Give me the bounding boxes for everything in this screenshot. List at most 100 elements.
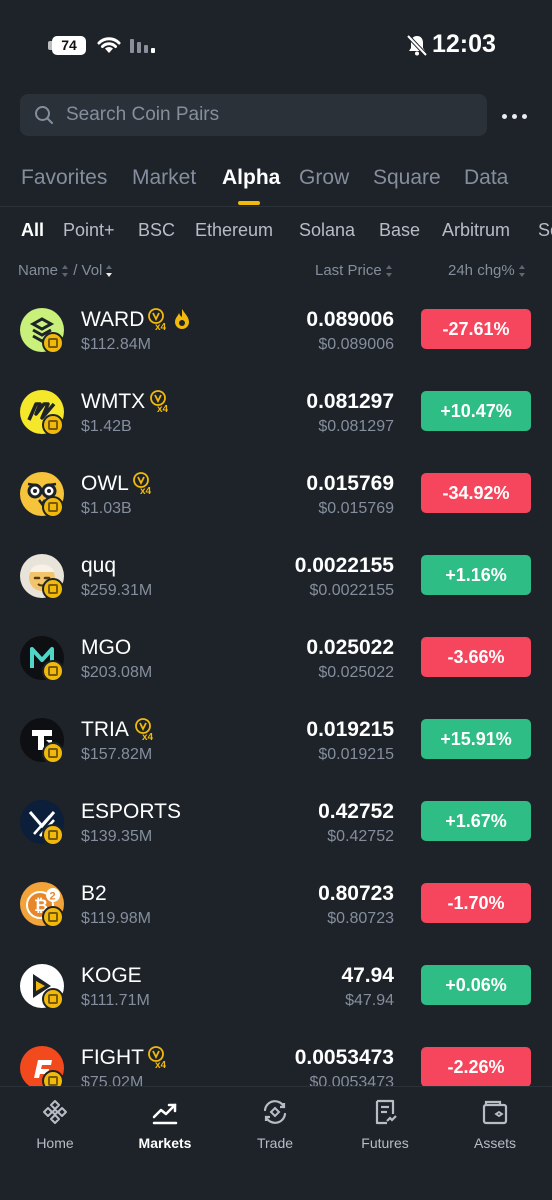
change-pill[interactable]: -1.70% — [421, 883, 531, 923]
coin-symbol: FIGHT — [81, 1046, 144, 1069]
coin-row[interactable]: WMTX x4 $1.42B 0.081297 $0.081297 +10.47… — [0, 370, 552, 452]
sort-icon — [518, 265, 525, 278]
alpha-badge-icon — [42, 660, 64, 682]
nav-home[interactable]: Home — [0, 1097, 110, 1167]
coin-price-usd: $0.089006 — [318, 336, 394, 353]
multiplier-badge-icon: x4 — [148, 308, 167, 331]
coin-row[interactable]: OWL x4 $1.03B 0.015769 $0.015769 -34.92% — [0, 452, 552, 534]
coin-volume: $111.71M — [81, 992, 150, 1009]
main-tabs: Favorites Market Alpha Grow Square Data — [0, 160, 552, 206]
multiplier-badge-icon: x4 — [148, 1046, 167, 1069]
coin-symbol: B2 — [81, 882, 107, 905]
coin-volume: $139.35M — [81, 828, 153, 845]
change-pill[interactable]: +1.16% — [421, 555, 531, 595]
active-tab-indicator — [238, 201, 260, 205]
svg-text:x4: x4 — [155, 1060, 167, 1069]
filter-all[interactable]: All — [21, 220, 44, 241]
coin-price: 47.94 — [341, 964, 394, 987]
search-input[interactable] — [66, 94, 476, 136]
filter-base[interactable]: Base — [379, 220, 420, 241]
coin-price: 0.80723 — [318, 882, 394, 905]
nav-trade[interactable]: Trade — [220, 1097, 330, 1167]
coin-row[interactable]: TRIA x4 $157.82M 0.019215 $0.019215 +15.… — [0, 698, 552, 780]
change-pill[interactable]: -3.66% — [421, 637, 531, 677]
tab-data[interactable]: Data — [464, 166, 508, 190]
sort-icon — [62, 265, 69, 278]
alpha-badge-icon — [42, 332, 64, 354]
coin-symbol: OWL — [81, 472, 129, 495]
coin-volume: $112.84M — [81, 336, 151, 353]
tab-grow[interactable]: Grow — [299, 166, 349, 190]
nav-label: Assets — [473, 1135, 516, 1151]
filter-arbitrum[interactable]: Arbitrum — [442, 220, 510, 241]
nav-label: Futures — [361, 1135, 409, 1151]
change-pill[interactable]: -27.61% — [421, 309, 531, 349]
search-box[interactable] — [20, 94, 487, 136]
coin-price-usd: $0.0053473 — [309, 1074, 394, 1086]
alpha-badge-icon — [42, 906, 64, 928]
column-header-last-price[interactable]: Last Price — [315, 262, 393, 279]
tab-favorites[interactable]: Favorites — [21, 166, 107, 190]
nav-futures[interactable]: Futures — [330, 1097, 440, 1167]
coin-price: 0.081297 — [306, 390, 394, 413]
coin-row[interactable]: WARD x4 $112.84M 0.089006 $0.089006 -27.… — [0, 288, 552, 370]
change-pill[interactable]: -2.26% — [421, 1047, 531, 1086]
change-pill[interactable]: +10.47% — [421, 391, 531, 431]
multiplier-badge-icon: x4 — [135, 718, 154, 741]
alpha-badge-icon — [42, 496, 64, 518]
coin-list[interactable]: WARD x4 $112.84M 0.089006 $0.089006 -27.… — [0, 288, 552, 1086]
coin-symbol: ESPORTS — [81, 800, 181, 823]
coin-symbol: WMTX — [81, 390, 146, 413]
filter-point-plus[interactable]: Point+ — [63, 220, 115, 241]
coin-symbol: WARD — [81, 308, 145, 331]
nav-assets[interactable]: Assets — [440, 1097, 550, 1167]
coin-row[interactable]: ESPORTS $139.35M 0.42752 $0.42752 +1.67% — [0, 780, 552, 862]
nav-markets[interactable]: Markets — [110, 1097, 220, 1167]
tab-alpha[interactable]: Alpha — [222, 166, 280, 190]
coin-price: 0.025022 — [306, 636, 394, 659]
coin-volume: $259.31M — [81, 582, 153, 599]
tab-square[interactable]: Square — [373, 166, 441, 190]
coin-price-usd: $0.80723 — [327, 910, 394, 927]
filter-solana[interactable]: Solana — [299, 220, 355, 241]
coin-row[interactable]: FIGHT x4 $75.02M 0.0053473 $0.0053473 -2… — [0, 1026, 552, 1086]
tab-market[interactable]: Market — [132, 166, 196, 190]
coin-price-usd: $0.019215 — [318, 746, 394, 763]
column-last-price-label: Last Price — [315, 262, 382, 279]
divider — [0, 206, 552, 207]
more-options-icon[interactable] — [502, 106, 528, 126]
change-pill[interactable]: -34.92% — [421, 473, 531, 513]
change-pill[interactable]: +1.67% — [421, 801, 531, 841]
column-header-name[interactable]: Name / Vol — [18, 262, 113, 279]
svg-text:x4: x4 — [157, 404, 169, 413]
filter-sonic[interactable]: Sonic — [538, 220, 552, 241]
alpha-badge-icon — [42, 414, 64, 436]
coin-row[interactable]: quq $259.31M 0.0022155 $0.0022155 +1.16% — [0, 534, 552, 616]
column-header-change[interactable]: 24h chg% — [448, 262, 526, 279]
svg-text:x4: x4 — [140, 486, 152, 495]
coin-price-usd: $0.42752 — [327, 828, 394, 845]
svg-text:x4: x4 — [155, 322, 167, 331]
coin-symbol: KOGE — [81, 964, 142, 987]
nav-label: Markets — [138, 1135, 192, 1151]
trade-icon — [263, 1100, 287, 1124]
nav-label: Trade — [256, 1135, 294, 1151]
coin-price-usd: $47.94 — [345, 992, 394, 1009]
coin-row[interactable]: ₿ 2 B2 $119.98M 0.80723 $0.80723 -1.70% — [0, 862, 552, 944]
change-pill[interactable]: +0.06% — [421, 965, 531, 1005]
filter-ethereum[interactable]: Ethereum — [195, 220, 273, 241]
filter-bsc[interactable]: BSC — [138, 220, 175, 241]
coin-price-usd: $0.015769 — [318, 500, 394, 517]
coin-price: 0.0053473 — [294, 1046, 394, 1069]
change-pill[interactable]: +15.91% — [421, 719, 531, 759]
coin-row[interactable]: MGO $203.08M 0.025022 $0.025022 -3.66% — [0, 616, 552, 698]
coin-row[interactable]: KOGE $111.71M 47.94 $47.94 +0.06% — [0, 944, 552, 1026]
coin-price: 0.42752 — [318, 800, 394, 823]
sort-desc-icon — [106, 265, 113, 278]
coin-volume: $75.02M — [81, 1074, 144, 1086]
home-icon — [43, 1100, 67, 1124]
column-change-label: 24h chg% — [448, 262, 515, 279]
svg-text:x4: x4 — [142, 732, 154, 741]
alpha-badge-icon — [42, 988, 64, 1010]
alpha-badge-icon — [42, 742, 64, 764]
